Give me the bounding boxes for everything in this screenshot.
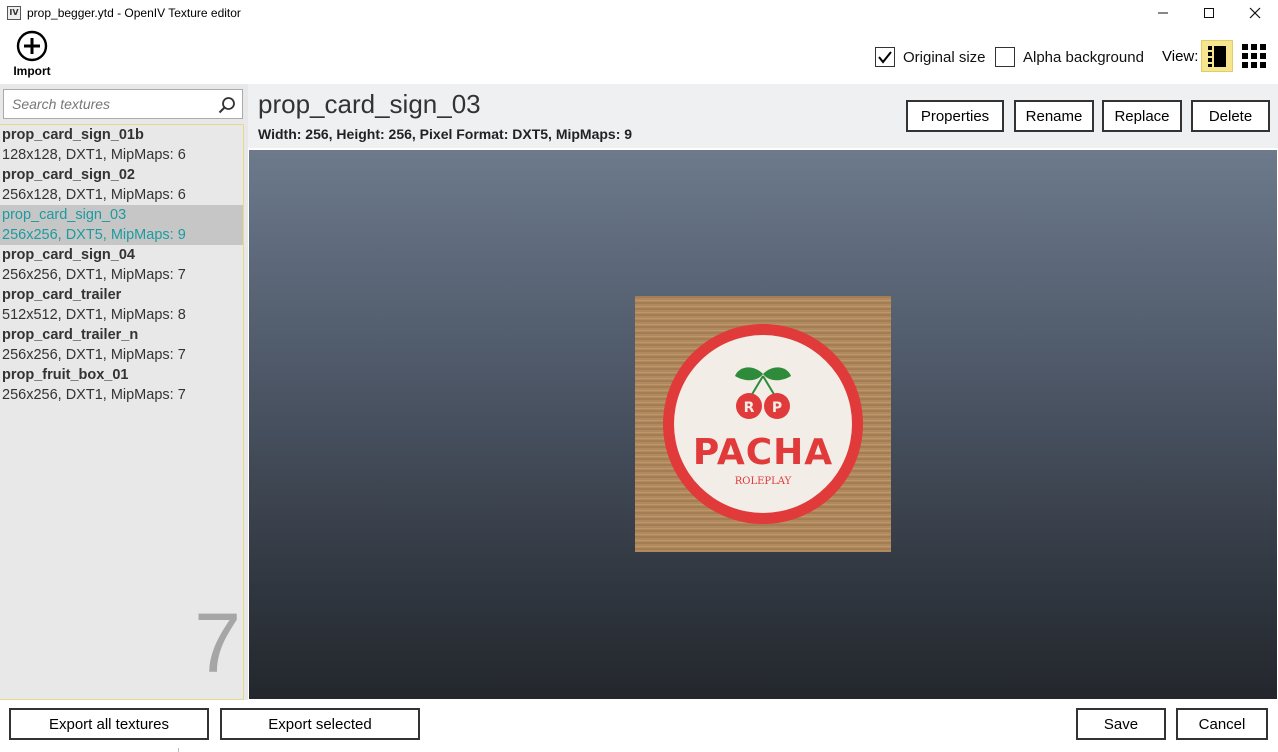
minimize-button[interactable] [1140,0,1186,26]
save-button[interactable]: Save [1076,708,1166,740]
window-title: prop_begger.ytd - OpenIV Texture editor [27,6,241,20]
alpha-background-checkbox[interactable] [995,47,1015,67]
original-size-label: Original size [903,48,986,66]
texture-list-item[interactable]: prop_card_trailer 512x512, DXT1, MipMaps… [0,285,243,325]
logo-sub-text: ROLEPLAY [735,476,792,487]
texture-list-item[interactable]: prop_card_trailer_n 256x256, DXT1, MipMa… [0,325,243,365]
original-size-checkbox[interactable] [875,47,895,67]
texture-list[interactable]: prop_card_sign_01b 128x128, DXT1, MipMap… [0,124,244,700]
export-selected-button[interactable]: Export selected [220,708,420,740]
texture-title: prop_card_sign_03 [258,89,481,119]
texture-details: Width: 256, Height: 256, Pixel Format: D… [258,126,633,142]
texture-header: prop_card_sign_03 Width: 256, Height: 25… [248,84,1278,148]
footer-bar: Export all textures Export selected Save… [0,700,1278,752]
title-bar: IV prop_begger.ytd - OpenIV Texture edit… [0,0,1278,26]
texture-name: prop_card_sign_03 [2,207,127,223]
texture-count: 7 [194,596,241,690]
texture-name: prop_card_sign_02 [2,167,135,183]
maximize-button[interactable] [1186,0,1232,26]
rename-button[interactable]: Rename [1014,100,1094,132]
plus-circle-icon [16,30,48,62]
properties-button[interactable]: Properties [906,100,1004,132]
divider [178,748,179,752]
list-view-icon [1208,46,1226,67]
import-label: Import [13,64,51,78]
search-icon[interactable] [218,96,236,114]
texture-info: 128x128, DXT1, MipMaps: 6 [2,147,186,163]
logo-main-text: PACHA [693,432,833,473]
alpha-background-label: Alpha background [1023,48,1144,66]
texture-info: 512x512, DXT1, MipMaps: 8 [2,307,186,323]
maximize-icon [1204,8,1214,18]
texture-name: prop_card_sign_01b [2,127,144,143]
close-icon [1249,7,1261,19]
texture-info: 256x256, DXT1, MipMaps: 7 [2,387,186,403]
texture-list-item[interactable]: prop_card_sign_02 256x128, DXT1, MipMaps… [0,165,243,205]
texture-name: prop_card_trailer [2,287,122,303]
texture-list-item[interactable]: prop_card_sign_01b 128x128, DXT1, MipMap… [0,125,243,165]
grid-view-icon [1242,44,1266,68]
texture-preview-image: R P PACHA ROLEPLAY [635,296,891,552]
toolbar: Import Original size Alpha background Vi… [0,26,1278,84]
texture-preview-area: R P PACHA ROLEPLAY [249,150,1277,699]
original-size-option[interactable]: Original size [875,46,986,68]
texture-name: prop_card_trailer_n [2,327,139,343]
view-label: View: [1162,48,1199,65]
checkmark-icon [878,51,892,64]
export-all-textures-button[interactable]: Export all textures [9,708,209,740]
texture-name: prop_fruit_box_01 [2,367,129,383]
texture-info: 256x256, DXT1, MipMaps: 7 [2,347,186,363]
texture-info: 256x256, DXT5, MipMaps: 9 [2,227,186,243]
search-input[interactable] [4,90,214,118]
minimize-icon [1158,12,1168,14]
svg-text:P: P [772,400,782,416]
import-button[interactable]: Import [8,30,56,82]
close-button[interactable] [1232,0,1278,26]
alpha-background-option[interactable]: Alpha background [995,46,1144,68]
texture-list-item-selected[interactable]: prop_card_sign_03 256x256, DXT5, MipMaps… [0,205,243,245]
texture-list-item[interactable]: prop_card_sign_04 256x256, DXT1, MipMaps… [0,245,243,285]
delete-button[interactable]: Delete [1191,100,1270,132]
cancel-button[interactable]: Cancel [1176,708,1268,740]
texture-name: prop_card_sign_04 [2,247,135,263]
texture-info: 256x256, DXT1, MipMaps: 7 [2,267,186,283]
texture-list-item[interactable]: prop_fruit_box_01 256x256, DXT1, MipMaps… [0,365,243,405]
texture-list-panel: prop_card_sign_01b 128x128, DXT1, MipMap… [0,84,248,700]
replace-button[interactable]: Replace [1102,100,1182,132]
view-grid-button[interactable] [1240,42,1268,70]
view-list-button[interactable] [1201,40,1233,72]
openiv-app-icon: IV [7,6,21,20]
svg-text:R: R [744,400,755,416]
search-box[interactable] [3,89,243,119]
texture-info: 256x128, DXT1, MipMaps: 6 [2,187,186,203]
texture-editor-window: IV prop_begger.ytd - OpenIV Texture edit… [0,0,1278,752]
